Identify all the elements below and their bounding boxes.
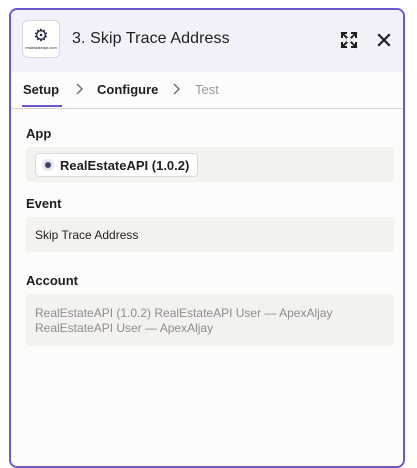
chevron-right-icon xyxy=(173,83,180,95)
account-value-line-2: RealEstateAPI User — ApexAljay xyxy=(35,321,214,335)
event-value: Skip Trace Address xyxy=(35,228,139,242)
tab-test[interactable]: Test xyxy=(195,82,219,97)
event-label: Event xyxy=(26,196,62,211)
gear-icon: ⚙ xyxy=(33,26,49,45)
app-logo: ⚙ realestateapi.com xyxy=(22,20,60,58)
account-value-line-1: RealEstateAPI (1.0.2) RealEstateAPI User… xyxy=(35,306,333,320)
app-chip-label: RealEstateAPI (1.0.2) xyxy=(60,157,190,173)
app-chip[interactable]: RealEstateAPI (1.0.2) xyxy=(35,153,199,177)
account-value: RealEstateAPI (1.0.2) RealEstateAPI User… xyxy=(35,306,385,336)
chevron-right-icon xyxy=(76,83,83,95)
step-panel: ⚙ realestateapi.com 3. Skip Trace Addres… xyxy=(9,8,405,468)
close-icon xyxy=(377,33,391,47)
step-tabs: Setup Configure Test xyxy=(11,72,403,109)
expand-button[interactable] xyxy=(337,28,361,52)
account-label: Account xyxy=(26,273,78,288)
app-field[interactable]: RealEstateAPI (1.0.2) xyxy=(26,147,394,182)
panel-header: ⚙ realestateapi.com 3. Skip Trace Addres… xyxy=(11,10,403,72)
tab-setup[interactable]: Setup xyxy=(23,82,59,97)
expand-icon xyxy=(340,31,358,49)
event-field[interactable]: Skip Trace Address xyxy=(26,217,394,252)
realestateapi-icon xyxy=(42,159,54,171)
app-logo-caption: realestateapi.com xyxy=(25,45,57,50)
app-label: App xyxy=(26,126,52,141)
tab-configure[interactable]: Configure xyxy=(97,82,158,97)
account-field[interactable]: RealEstateAPI (1.0.2) RealEstateAPI User… xyxy=(26,294,394,346)
close-button[interactable] xyxy=(372,28,396,52)
active-tab-indicator xyxy=(22,105,62,107)
step-title[interactable]: 3. Skip Trace Address xyxy=(72,30,230,48)
